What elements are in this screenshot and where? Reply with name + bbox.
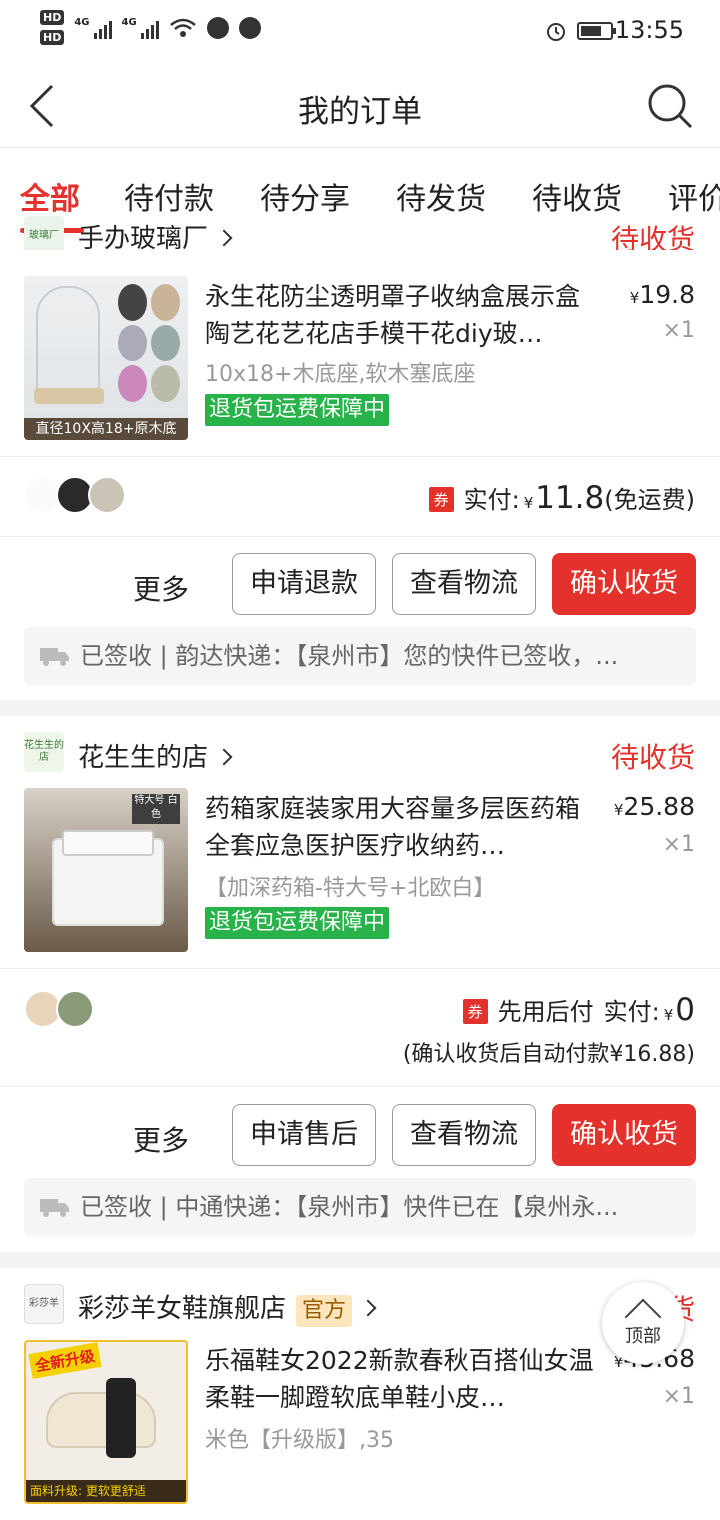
signal-icon-1: 4G [74,17,112,39]
shop-logo: 彩莎羊 [24,1284,64,1324]
shop-name-link[interactable]: 手办玻璃厂 [78,218,233,250]
product-spec: 米色【升级版】,35 [205,1428,394,1453]
product-spec: 【加深药箱-特大号+北欧白】 [205,876,496,901]
order-status: 待收货 [610,223,695,250]
product-title[interactable]: 乐福鞋女2022新款春秋百搭仙女温柔鞋一脚蹬软底单鞋小皮… [205,1342,600,1416]
thumb-badge: 全新升级 [28,1342,102,1379]
signal-icon-2: 4G [122,17,159,39]
thumb-caption: 面料升级: 更软更舒适 [26,1480,186,1502]
shop-name-link[interactable]: 彩莎羊女鞋旗舰店 官方 [78,1288,377,1327]
avatar [88,476,126,514]
view-logistics-button[interactable]: 查看物流 [392,1104,536,1166]
product-title[interactable]: 药箱家庭装家用大容量多层医药箱全套应急医护医疗收纳药… [205,790,600,864]
auto-pay-note: (确认收货后自动付款¥16.88) [402,1042,695,1067]
product-price: ¥19.8 [629,280,695,309]
shipping-guarantee-badge: 退货包运费保障中 [205,907,390,939]
group-avatars [24,476,126,514]
hd-badge-1: HD [40,10,65,25]
thumb-caption: 直径10X高18+原木底 [24,418,188,440]
request-refund-button[interactable]: 申请退款 [232,553,376,615]
truck-icon [40,648,69,666]
product-qty: ×1 [662,1384,695,1409]
shop-name-link[interactable]: 花生生的店 [78,737,233,774]
after-sales-button[interactable]: 申请售后 [232,1104,376,1166]
more-button[interactable]: 更多 [133,1119,189,1159]
thumb-caption: 特大号 白色 [132,794,180,824]
product-image[interactable]: 直径10X高18+原木底 [24,276,188,440]
hd-badge-2: HD [40,30,65,45]
shop-logo: 花生生的店 [24,732,64,772]
payment-summary: 券 实付: ¥ 11.8 (免运费) [428,480,695,516]
divider [0,968,720,969]
back-to-top-label: 顶部 [625,1326,661,1347]
product-spec: 10x18+木底座,软木塞底座 [205,362,476,387]
more-button[interactable]: 更多 [133,568,189,608]
order-card: 花生生的店 花生生的店 待收货 特大号 白色 药箱家庭装家用大容量多层医药箱全套… [0,716,720,1252]
chevron-right-icon [359,1299,377,1316]
order-status: 待收货 [610,741,695,774]
pay-amount: 0 [675,992,695,1028]
product-price: ¥25.88 [613,792,695,821]
clock: 13:55 [614,16,684,44]
product-title[interactable]: 永生花防尘透明罩子收纳盒展示盒陶艺花艺花店手模干花diy玻… [205,278,600,352]
page-title: 我的订单 [298,94,422,130]
chevron-right-icon [215,748,233,765]
alarm-icon [547,23,565,41]
chevron-right-icon [215,229,233,246]
divider [0,536,720,537]
official-tag: 官方 [296,1295,353,1327]
pay-label: 实付: [463,486,520,514]
confirm-receipt-button[interactable]: 确认收货 [552,553,696,615]
pay-label: 实付: [603,998,660,1026]
confirm-receipt-button[interactable]: 确认收货 [552,1104,696,1166]
divider [0,456,720,457]
group-avatars [24,990,94,1028]
payment-summary: 券 先用后付 实付: ¥ 0 [462,992,695,1028]
battery-icon [577,22,616,40]
avatar [56,990,94,1028]
product-qty: ×1 [662,318,695,343]
logistics-info[interactable]: 已签收 | 中通快递：【泉州市】快件已在【泉州永... [24,1178,696,1236]
status-bar: HD HD 4G 4G 13:55 [0,0,720,62]
search-icon[interactable] [646,82,694,130]
product-image[interactable]: 全新升级 面料升级: 更软更舒适 [24,1340,188,1504]
wifi-icon [169,18,196,37]
pay-note: (免运费) [604,486,695,514]
sound-icon [238,16,261,39]
product-qty: ×1 [662,832,695,857]
product-image[interactable]: 特大号 白色 [24,788,188,952]
order-card: 玻璃厂 手办玻璃厂 待收货 直径10X高18+原木底 永生花防尘透明罩子收纳盒展… [0,216,720,700]
truck-icon [40,1199,69,1217]
pay-later-label: 先用后付 [497,998,594,1026]
pay-amount: 11.8 [535,480,605,516]
coupon-badge: 券 [428,487,454,512]
back-to-top-button[interactable]: 顶部 [602,1282,684,1364]
shipping-guarantee-badge: 退货包运费保障中 [205,394,390,426]
shield-icon [206,16,229,39]
logistics-info[interactable]: 已签收 | 韵达快递：【泉州市】您的快件已签收，... [24,627,696,685]
view-logistics-button[interactable]: 查看物流 [392,553,536,615]
coupon-badge: 券 [462,999,488,1024]
shop-logo: 玻璃厂 [24,216,64,250]
divider [0,1086,720,1087]
nav-bar: 我的订单 [0,62,720,148]
